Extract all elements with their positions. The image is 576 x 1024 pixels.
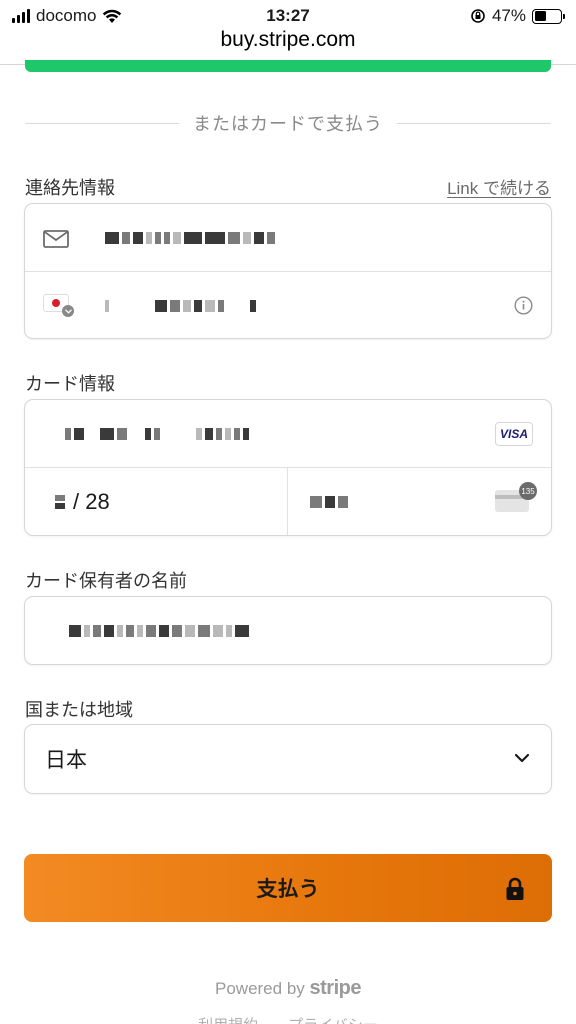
flag-jp-icon[interactable] xyxy=(43,294,74,317)
card-number-field[interactable]: VISA xyxy=(25,400,551,467)
divider-line xyxy=(25,122,179,124)
contact-label: 連絡先情報 xyxy=(25,178,115,198)
cvc-badge: 135 xyxy=(519,482,537,500)
chevron-down-icon xyxy=(514,753,530,763)
link-continue-link[interactable]: Link で続ける xyxy=(447,174,551,199)
phone-field[interactable] xyxy=(25,271,551,338)
expiry-month-obscured xyxy=(55,494,65,509)
country-select[interactable]: 日本 xyxy=(24,724,552,794)
battery-level xyxy=(534,11,547,21)
email-value-obscured xyxy=(105,232,275,244)
or-divider-text: またはカードで支払う xyxy=(193,114,383,134)
card-number-obscured xyxy=(65,428,249,440)
expiry-year: / 28 xyxy=(73,488,110,514)
card-expiry-cvc-row: / 28 135 xyxy=(25,467,551,535)
footer-links: 利用規約 プライバシー xyxy=(0,1014,576,1024)
express-checkout-button[interactable] xyxy=(25,60,551,72)
card-info-label: カード情報 xyxy=(25,374,115,394)
info-icon[interactable] xyxy=(514,296,533,315)
privacy-link[interactable]: プライバシー xyxy=(288,1014,378,1024)
email-field[interactable] xyxy=(25,204,551,271)
visa-icon: VISA xyxy=(495,422,533,446)
powered-by-text: Powered by xyxy=(215,979,305,998)
terms-link[interactable]: 利用規約 xyxy=(198,1014,258,1024)
pay-button-label: 支払う xyxy=(256,878,320,901)
divider-line xyxy=(397,122,551,124)
cardholder-label: カード保有者の名前 xyxy=(25,571,187,591)
lock-icon xyxy=(506,877,524,900)
country-label: 国または地域 xyxy=(25,700,133,720)
chevron-down-icon xyxy=(64,308,72,314)
stripe-logo[interactable]: stripe xyxy=(310,977,362,999)
url-bar[interactable]: buy.stripe.com xyxy=(0,28,576,52)
expiry-field[interactable]: / 28 xyxy=(25,468,288,535)
cardholder-name-obscured xyxy=(69,625,249,637)
status-bar: docomo 13:27 47% xyxy=(0,0,576,30)
cvc-obscured xyxy=(310,495,348,508)
phone-value-obscured xyxy=(105,300,256,312)
battery-percent: 47% xyxy=(491,6,526,25)
orientation-lock-icon xyxy=(471,9,485,23)
country-selected-value: 日本 xyxy=(45,749,87,772)
contact-box xyxy=(24,203,552,339)
battery-icon xyxy=(532,8,565,24)
mail-icon xyxy=(43,230,69,248)
cvc-field[interactable]: 135 xyxy=(288,468,551,535)
pay-button[interactable]: 支払う xyxy=(24,854,552,922)
card-box: VISA / 28 135 xyxy=(24,399,552,536)
or-divider: またはカードで支払う xyxy=(25,110,551,136)
status-right: 47% xyxy=(470,6,565,26)
cardholder-name-field[interactable] xyxy=(24,596,552,665)
powered-by: Powered by stripe xyxy=(0,977,576,1000)
